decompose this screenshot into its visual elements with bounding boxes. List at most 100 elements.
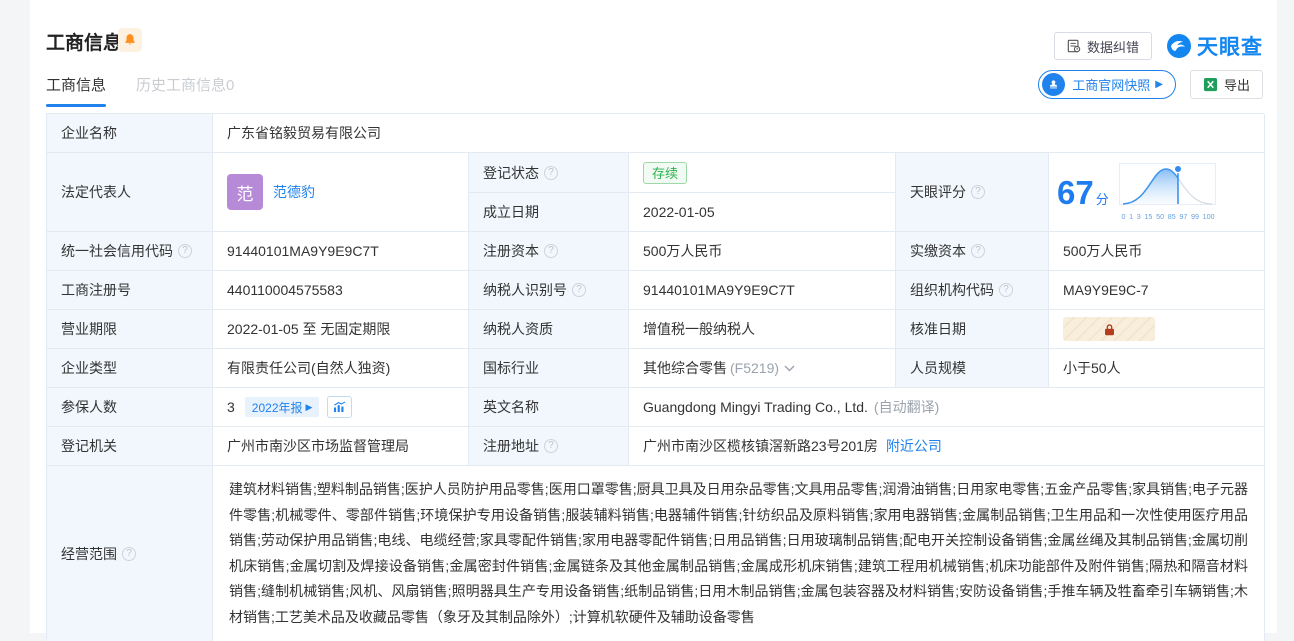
credit-code-value: 91440101MA9Y9E9C7T <box>213 232 469 271</box>
tab-bar: 工商信息 历史工商信息0 <box>46 74 234 107</box>
reg-status-label: 登记状态 ? <box>469 153 629 193</box>
tianyan-score-value: 67 分 0 1 3 15 50 85 97 99 100 <box>1049 153 1265 232</box>
score-distribution-chart: 0 1 3 15 50 85 97 99 100 <box>1118 163 1217 221</box>
help-icon[interactable]: ? <box>971 185 985 199</box>
axis-tick: 85 <box>1167 212 1176 221</box>
tianyancha-logo-icon <box>1167 34 1191 58</box>
staff-size-value: 小于50人 <box>1049 349 1265 388</box>
legal-rep-avatar[interactable]: 范 <box>227 174 263 210</box>
monitor-bell-button[interactable] <box>118 28 142 52</box>
annual-report-badge[interactable]: 2022年报 ▶ <box>244 397 320 417</box>
reg-number-value: 440110004575583 <box>213 271 469 310</box>
help-icon[interactable]: ? <box>572 283 586 297</box>
auto-translate-note: (自动翻译) <box>873 399 940 415</box>
score-axis-ticks: 0 1 3 15 50 85 97 99 100 <box>1121 212 1214 221</box>
staff-size-label: 人员规模 <box>896 349 1049 388</box>
help-icon[interactable]: ? <box>544 439 558 453</box>
company-type-label: 企业类型 <box>47 349 213 388</box>
data-correction-icon <box>1067 39 1081 53</box>
active-tab-underline <box>46 104 107 107</box>
tab-business-info[interactable]: 工商信息 <box>46 74 107 107</box>
help-icon[interactable]: ? <box>999 283 1013 297</box>
tianyan-score-label: 天眼评分 ? <box>896 153 1049 232</box>
help-icon[interactable]: ? <box>544 244 558 258</box>
help-icon[interactable]: ? <box>544 165 558 180</box>
insured-count-value: 3 2022年报 ▶ <box>213 388 469 427</box>
company-name-label: 企业名称 <box>47 114 213 153</box>
business-info-card: 工商信息 工商信息 历史工商信息0 数据纠错 天眼查 工商官网快照 ▶ 导出 企… <box>30 0 1277 641</box>
reg-authority-label: 登记机关 <box>47 427 213 466</box>
table-row: 法定代表人 范 范德豹 登记状态 ? 存续 成立日期 2022-01-05 天眼… <box>47 153 1265 232</box>
legal-rep-value: 范 范德豹 <box>213 153 469 232</box>
badge-arrow-icon: ▶ <box>305 401 313 412</box>
score-marker-pin <box>1173 164 1182 174</box>
reg-capital-label: 注册资本? <box>469 232 629 271</box>
taxpayer-id-value: 91440101MA9Y9E9C7T <box>629 271 896 310</box>
status-badge: 存续 <box>643 161 688 184</box>
table-row: 参保人数 3 2022年报 ▶ 英文名称 Guangdong Mingyi Tr… <box>47 388 1265 427</box>
insured-count-label: 参保人数 <box>47 388 213 427</box>
industry-value: 其他综合零售 (F5219) <box>629 349 896 388</box>
axis-tick: 1 <box>1128 212 1133 221</box>
snapshot-arrow-icon: ▶ <box>1155 79 1163 90</box>
taxpayer-quality-label: 纳税人资质 <box>469 310 629 349</box>
english-name-label: 英文名称 <box>469 388 629 427</box>
legal-rep-label: 法定代表人 <box>47 153 213 232</box>
credit-code-label: 统一社会信用代码? <box>47 232 213 271</box>
establish-date-label: 成立日期 <box>469 193 629 232</box>
taxpayer-quality-value: 增值税一般纳税人 <box>629 310 896 349</box>
locked-value-button[interactable] <box>1063 317 1155 341</box>
stamp-icon <box>1042 73 1066 96</box>
export-button[interactable]: 导出 <box>1189 70 1263 99</box>
company-name-value: 广东省铭毅贸易有限公司 <box>213 114 1265 153</box>
legal-rep-name-link[interactable]: 范德豹 <box>273 182 315 202</box>
business-term-label: 营业期限 <box>47 310 213 349</box>
insured-trend-chart-button[interactable] <box>327 396 353 418</box>
table-row: 营业期限 2022-01-05 至 无固定期限 纳税人资质 增值税一般纳税人 核… <box>47 310 1265 349</box>
axis-tick: 97 <box>1179 212 1188 221</box>
table-row: 经营范围? 建筑材料销售;塑料制品销售;医护人员防护用品零售;医用口罩零售;厨具… <box>47 466 1265 641</box>
data-correction-button[interactable]: 数据纠错 <box>1053 32 1152 60</box>
paid-capital-value: 500万人民币 <box>1049 232 1265 271</box>
help-icon[interactable]: ? <box>178 244 192 258</box>
org-code-label: 组织机构代码? <box>896 271 1049 310</box>
english-name-value: Guangdong Mingyi Trading Co., Ltd. (自动翻译… <box>629 388 1265 427</box>
industry-label: 国标行业 <box>469 349 629 388</box>
org-code-value: MA9Y9E9C-7 <box>1049 271 1265 310</box>
approval-date-value <box>1049 310 1265 349</box>
tianyancha-logo-text: 天眼查 <box>1197 36 1263 59</box>
lock-icon <box>1104 323 1114 335</box>
approval-date-label: 核准日期 <box>896 310 1049 349</box>
table-row: 企业类型 有限责任公司(自然人独资) 国标行业 其他综合零售 (F5219) 人… <box>47 349 1265 388</box>
business-scope-label: 经营范围? <box>47 466 213 641</box>
excel-icon <box>1203 77 1218 92</box>
tab-history-business-info[interactable]: 历史工商信息0 <box>136 74 234 107</box>
page-title: 工商信息 <box>46 33 123 54</box>
trend-chart-icon <box>334 401 346 413</box>
taxpayer-id-label: 纳税人识别号? <box>469 271 629 310</box>
score-number: 67 <box>1057 173 1094 211</box>
help-icon[interactable]: ? <box>971 244 985 258</box>
axis-tick: 3 <box>1136 212 1141 221</box>
axis-tick: 0 <box>1121 212 1126 221</box>
table-row: 企业名称 广东省铭毅贸易有限公司 <box>47 114 1265 153</box>
table-row: 工商注册号 440110004575583 纳税人识别号? 91440101MA… <box>47 271 1265 310</box>
business-info-table: 企业名称 广东省铭毅贸易有限公司 法定代表人 范 范德豹 登记状态 ? 存续 成… <box>46 113 1265 641</box>
reg-address-label: 注册地址? <box>469 427 629 466</box>
reg-status-value: 存续 <box>629 153 896 193</box>
help-icon[interactable]: ? <box>122 546 136 561</box>
chevron-down-icon[interactable] <box>784 365 795 372</box>
table-row: 登记机关 广州市南沙区市场监督管理局 注册地址? 广州市南沙区榄核镇滘新路23号… <box>47 427 1265 466</box>
axis-tick: 50 <box>1155 212 1164 221</box>
reg-number-label: 工商注册号 <box>47 271 213 310</box>
reg-capital-value: 500万人民币 <box>629 232 896 271</box>
official-snapshot-button[interactable]: 工商官网快照 ▶ <box>1038 70 1176 99</box>
tianyancha-logo[interactable]: 天眼查 <box>1166 31 1263 61</box>
axis-tick: 99 <box>1190 212 1199 221</box>
business-term-value: 2022-01-05 至 无固定期限 <box>213 310 469 349</box>
nearby-companies-link[interactable]: 附近公司 <box>886 436 942 456</box>
bell-icon <box>125 34 135 45</box>
axis-tick: 15 <box>1144 212 1153 221</box>
company-type-value: 有限责任公司(自然人独资) <box>213 349 469 388</box>
establish-date-value: 2022-01-05 <box>629 193 896 232</box>
